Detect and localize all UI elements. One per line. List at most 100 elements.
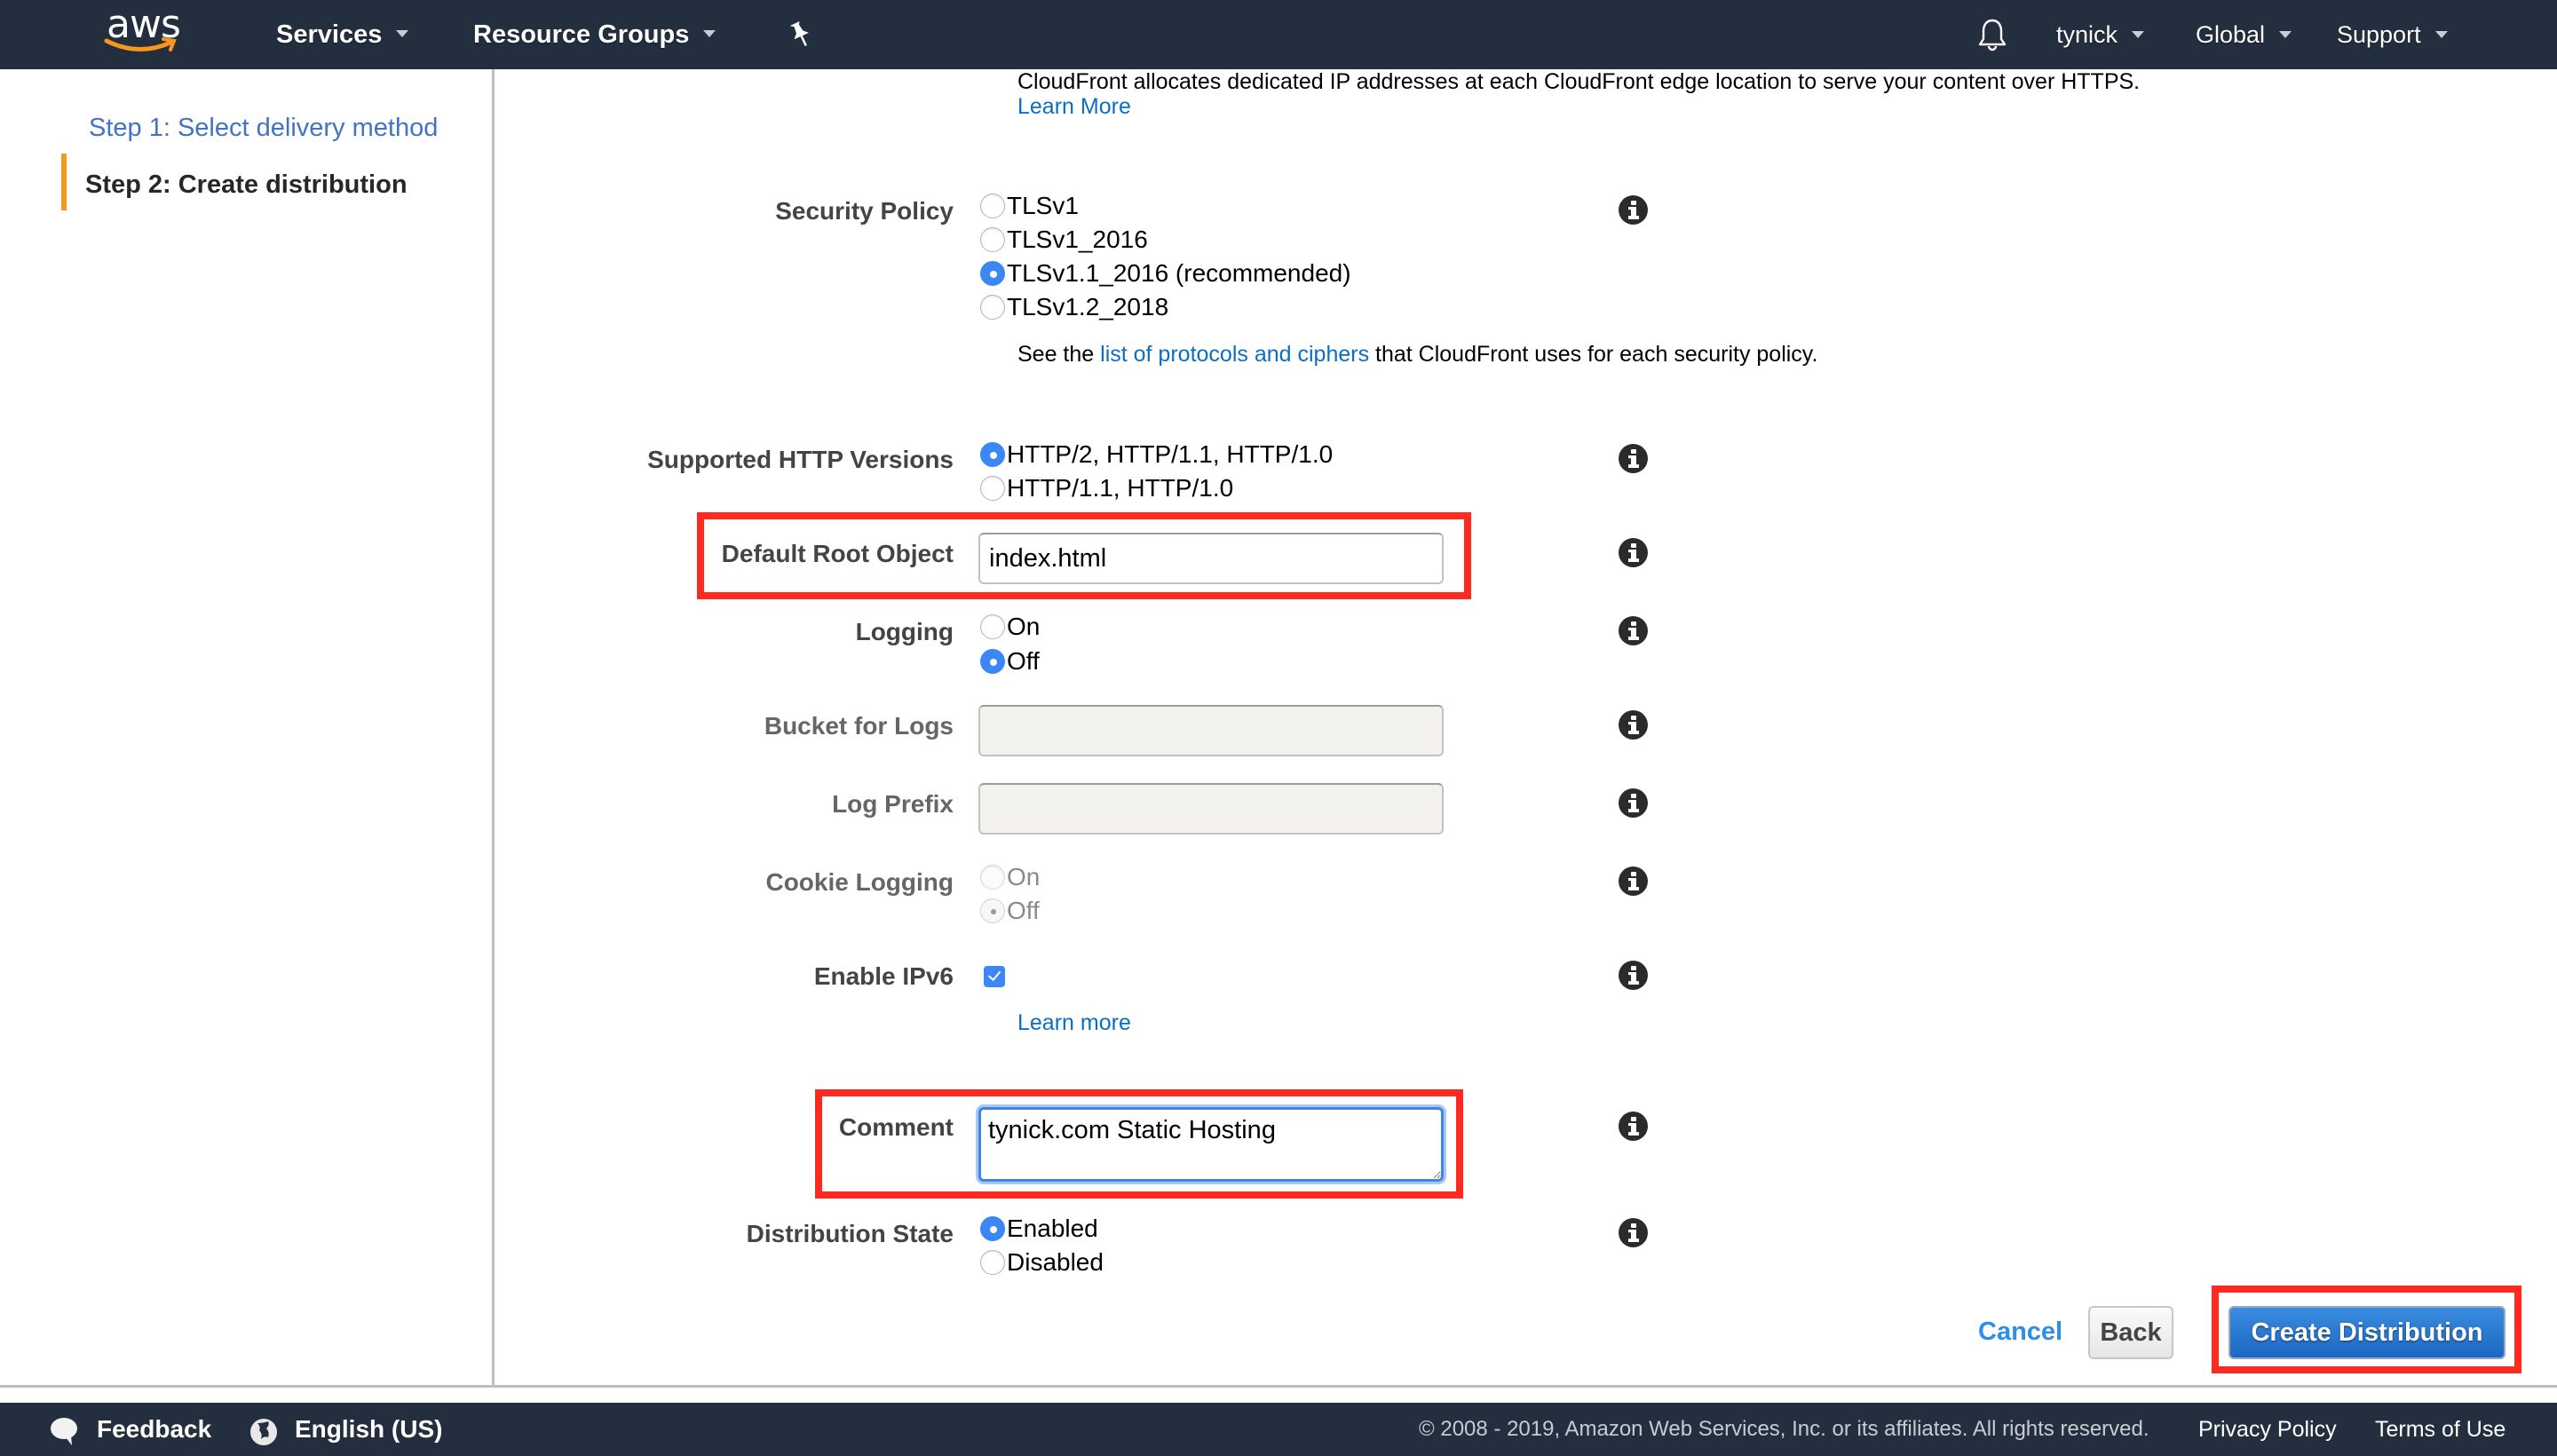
bucket-for-logs-input[interactable]: [978, 705, 1444, 756]
radio-button[interactable]: [980, 476, 1005, 501]
chevron-down-icon: [2434, 30, 2448, 38]
radio-label: HTTP/1.1, HTTP/1.0: [1007, 474, 1234, 502]
default-root-object-input[interactable]: [978, 533, 1444, 584]
support-label: Support: [2337, 21, 2421, 48]
http-versions-label: Supported HTTP Versions: [647, 446, 954, 473]
cookie-logging-label: Cookie Logging: [765, 868, 954, 896]
aws-logo[interactable]: aws: [99, 2, 185, 60]
http-versions-radio-http2[interactable]: HTTP/2, HTTP/1.1, HTTP/1.0: [980, 440, 1333, 469]
protocols-ciphers-link[interactable]: list of protocols and ciphers: [1100, 342, 1369, 367]
terms-of-use-link[interactable]: Terms of Use: [2375, 1403, 2506, 1456]
radio-label: TLSv1_2016: [1007, 226, 1148, 253]
radio-button-selected[interactable]: [980, 261, 1005, 286]
logging-label: Logging: [855, 618, 954, 645]
radio-button[interactable]: [980, 614, 1005, 639]
distribution-state-label: Distribution State: [746, 1220, 954, 1247]
security-policy-radio-tlsv1[interactable]: TLSv1: [980, 192, 1079, 220]
radio-label: TLSv1.2_2018: [1007, 293, 1169, 320]
distribution-state-radio-disabled[interactable]: Disabled: [980, 1248, 1104, 1277]
feedback-speech-bubble-icon[interactable]: [48, 1413, 80, 1445]
pin-icon[interactable]: [787, 20, 813, 54]
current-step-indicator: [61, 154, 67, 210]
radio-label: Enabled: [1007, 1215, 1098, 1242]
logging-radio-off[interactable]: Off: [980, 647, 1040, 676]
notifications-bell-icon[interactable]: [1976, 18, 2008, 58]
distribution-state-info-icon[interactable]: [1619, 1218, 1648, 1247]
distribution-state-radio-enabled[interactable]: Enabled: [980, 1215, 1098, 1243]
support-menu[interactable]: Support: [2337, 0, 2448, 69]
wizard-step-2-current: Step 2: Create distribution: [85, 170, 408, 199]
ipv6-learn-more-link[interactable]: Learn more: [1017, 1010, 1131, 1036]
feedback-link[interactable]: Feedback: [97, 1403, 211, 1456]
comment-textarea[interactable]: tynick.com Static Hosting: [978, 1107, 1444, 1182]
cookie-logging-radio-off[interactable]: Off: [980, 897, 1040, 925]
note-prefix: See the: [1017, 342, 1101, 367]
security-policy-info-icon[interactable]: [1619, 195, 1648, 225]
radio-button[interactable]: [980, 227, 1005, 252]
account-username: tynick: [2056, 21, 2118, 48]
radio-button-disabled-selected[interactable]: [980, 898, 1005, 923]
radio-button-selected[interactable]: [980, 649, 1005, 674]
radio-button-selected[interactable]: [980, 442, 1005, 467]
enable-ipv6-info-icon[interactable]: [1619, 961, 1648, 990]
logging-info-icon[interactable]: [1619, 616, 1648, 645]
create-distribution-button[interactable]: Create Distribution: [2228, 1306, 2506, 1359]
cookie-logging-radio-on[interactable]: On: [980, 863, 1040, 891]
security-policy-label: Security Policy: [775, 197, 954, 225]
bucket-for-logs-info-icon[interactable]: [1619, 710, 1648, 740]
back-button[interactable]: Back: [2088, 1306, 2173, 1359]
radio-label: On: [1007, 863, 1041, 890]
cancel-button[interactable]: Cancel: [1978, 1318, 2062, 1347]
chevron-down-icon: [2132, 30, 2145, 38]
comment-info-icon[interactable]: [1619, 1112, 1648, 1141]
services-label: Services: [276, 20, 383, 49]
comment-label: Comment: [838, 1113, 954, 1141]
radio-label: TLSv1: [1007, 192, 1079, 219]
protocols-note: See the list of protocols and ciphers th…: [1017, 342, 1817, 368]
http-versions-radio-http11[interactable]: HTTP/1.1, HTTP/1.0: [980, 474, 1233, 502]
privacy-policy-link[interactable]: Privacy Policy: [2198, 1403, 2337, 1456]
sidebar-divider: [492, 69, 495, 1387]
security-policy-radio-tlsv1-1-2016[interactable]: TLSv1.1_2016 (recommended): [980, 259, 1351, 288]
wizard-step-1-link[interactable]: Step 1: Select delivery method: [89, 114, 438, 143]
resource-groups-menu[interactable]: Resource Groups: [473, 0, 716, 69]
cookie-logging-info-icon[interactable]: [1619, 866, 1648, 896]
radio-label: TLSv1.1_2016 (recommended): [1007, 259, 1351, 287]
region-menu[interactable]: Global: [2196, 0, 2292, 69]
security-policy-radio-tlsv1-2-2018[interactable]: TLSv1.2_2018: [980, 293, 1168, 321]
radio-label: Off: [1007, 647, 1040, 675]
footer-bar: Feedback English (US) © 2008 - 2019, Ama…: [0, 1403, 2557, 1456]
chevron-down-icon: [396, 30, 409, 38]
content-bottom-divider: [0, 1385, 2557, 1388]
radio-button[interactable]: [980, 194, 1005, 218]
region-label: Global: [2196, 21, 2266, 48]
radio-label: Off: [1007, 897, 1040, 924]
security-policy-radio-tlsv1-2016[interactable]: TLSv1_2016: [980, 226, 1148, 254]
aws-smile-icon: [104, 37, 177, 52]
services-menu[interactable]: Services: [276, 0, 409, 69]
radio-button[interactable]: [980, 1250, 1005, 1275]
http-versions-info-icon[interactable]: [1619, 444, 1648, 473]
log-prefix-info-icon[interactable]: [1619, 788, 1648, 818]
log-prefix-label: Log Prefix: [832, 790, 954, 818]
language-selector[interactable]: English (US): [295, 1403, 442, 1456]
copyright-text: © 2008 - 2019, Amazon Web Services, Inc.…: [1419, 1417, 2149, 1441]
learn-more-link[interactable]: Learn More: [1017, 94, 1131, 120]
note-suffix: that CloudFront uses for each security p…: [1369, 342, 1818, 367]
bucket-for-logs-label: Bucket for Logs: [764, 712, 954, 740]
radio-button-selected[interactable]: [980, 1216, 1005, 1241]
chevron-down-icon: [2279, 30, 2292, 38]
log-prefix-input[interactable]: [978, 783, 1444, 835]
radio-button[interactable]: [980, 295, 1005, 320]
dedicated-ip-description: CloudFront allocates dedicated IP addres…: [1017, 69, 2141, 94]
radio-label: On: [1007, 613, 1041, 640]
globe-icon[interactable]: [249, 1413, 279, 1445]
radio-label: Disabled: [1007, 1248, 1104, 1276]
logging-radio-on[interactable]: On: [980, 613, 1040, 641]
default-root-object-info-icon[interactable]: [1619, 538, 1648, 567]
enable-ipv6-checkbox[interactable]: [984, 966, 1005, 987]
radio-label: HTTP/2, HTTP/1.1, HTTP/1.0: [1007, 440, 1334, 468]
radio-button-disabled[interactable]: [980, 865, 1005, 890]
resource-groups-label: Resource Groups: [473, 20, 690, 49]
account-menu[interactable]: tynick: [2056, 0, 2145, 69]
